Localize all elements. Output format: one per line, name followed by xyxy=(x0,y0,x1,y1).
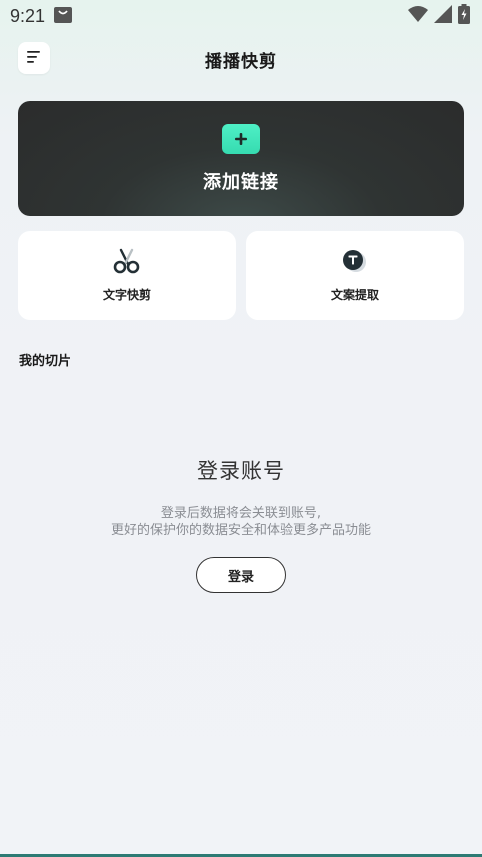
status-right xyxy=(408,4,470,28)
status-time: 9:21 xyxy=(10,5,46,26)
text-extract-icon xyxy=(341,248,369,278)
menu-icon xyxy=(26,49,42,68)
copy-extract-label: 文案提取 xyxy=(330,288,379,302)
copy-extract-card[interactable]: 文案提取 xyxy=(246,231,464,320)
menu-button[interactable] xyxy=(18,42,50,74)
signal-icon xyxy=(434,5,452,27)
login-empty-state: 登录账号 登录后数据将会关联到账号, 更好的保护你的数据安全和体验更多产品功能 … xyxy=(0,455,482,593)
status-bar: 9:21 xyxy=(0,0,482,32)
add-link-card[interactable]: 添加链接 xyxy=(18,101,464,216)
battery-icon xyxy=(458,4,470,28)
status-left: 9:21 xyxy=(10,4,73,28)
page-title: 播播快剪 xyxy=(205,51,277,72)
login-title: 登录账号 xyxy=(197,459,285,483)
login-description-line-2: 更好的保护你的数据安全和体验更多产品功能 xyxy=(110,523,371,538)
add-link-label: 添加链接 xyxy=(203,171,279,193)
my-clips-title: 我的切片 xyxy=(19,354,72,369)
login-description-line-1: 登录后数据将会关联到账号, xyxy=(160,506,322,521)
login-button[interactable]: 登录 xyxy=(196,557,286,593)
wifi-icon xyxy=(408,5,428,27)
login-description: 登录后数据将会关联到账号, 更好的保护你的数据安全和体验更多产品功能 xyxy=(111,505,371,539)
notification-bag-icon xyxy=(53,4,73,28)
text-cut-card[interactable]: 文字快剪 xyxy=(18,231,236,320)
top-bar: 播播快剪 xyxy=(0,42,482,76)
plus-icon xyxy=(222,123,260,154)
text-cut-label: 文字快剪 xyxy=(102,288,151,302)
scissors-icon xyxy=(113,248,141,278)
